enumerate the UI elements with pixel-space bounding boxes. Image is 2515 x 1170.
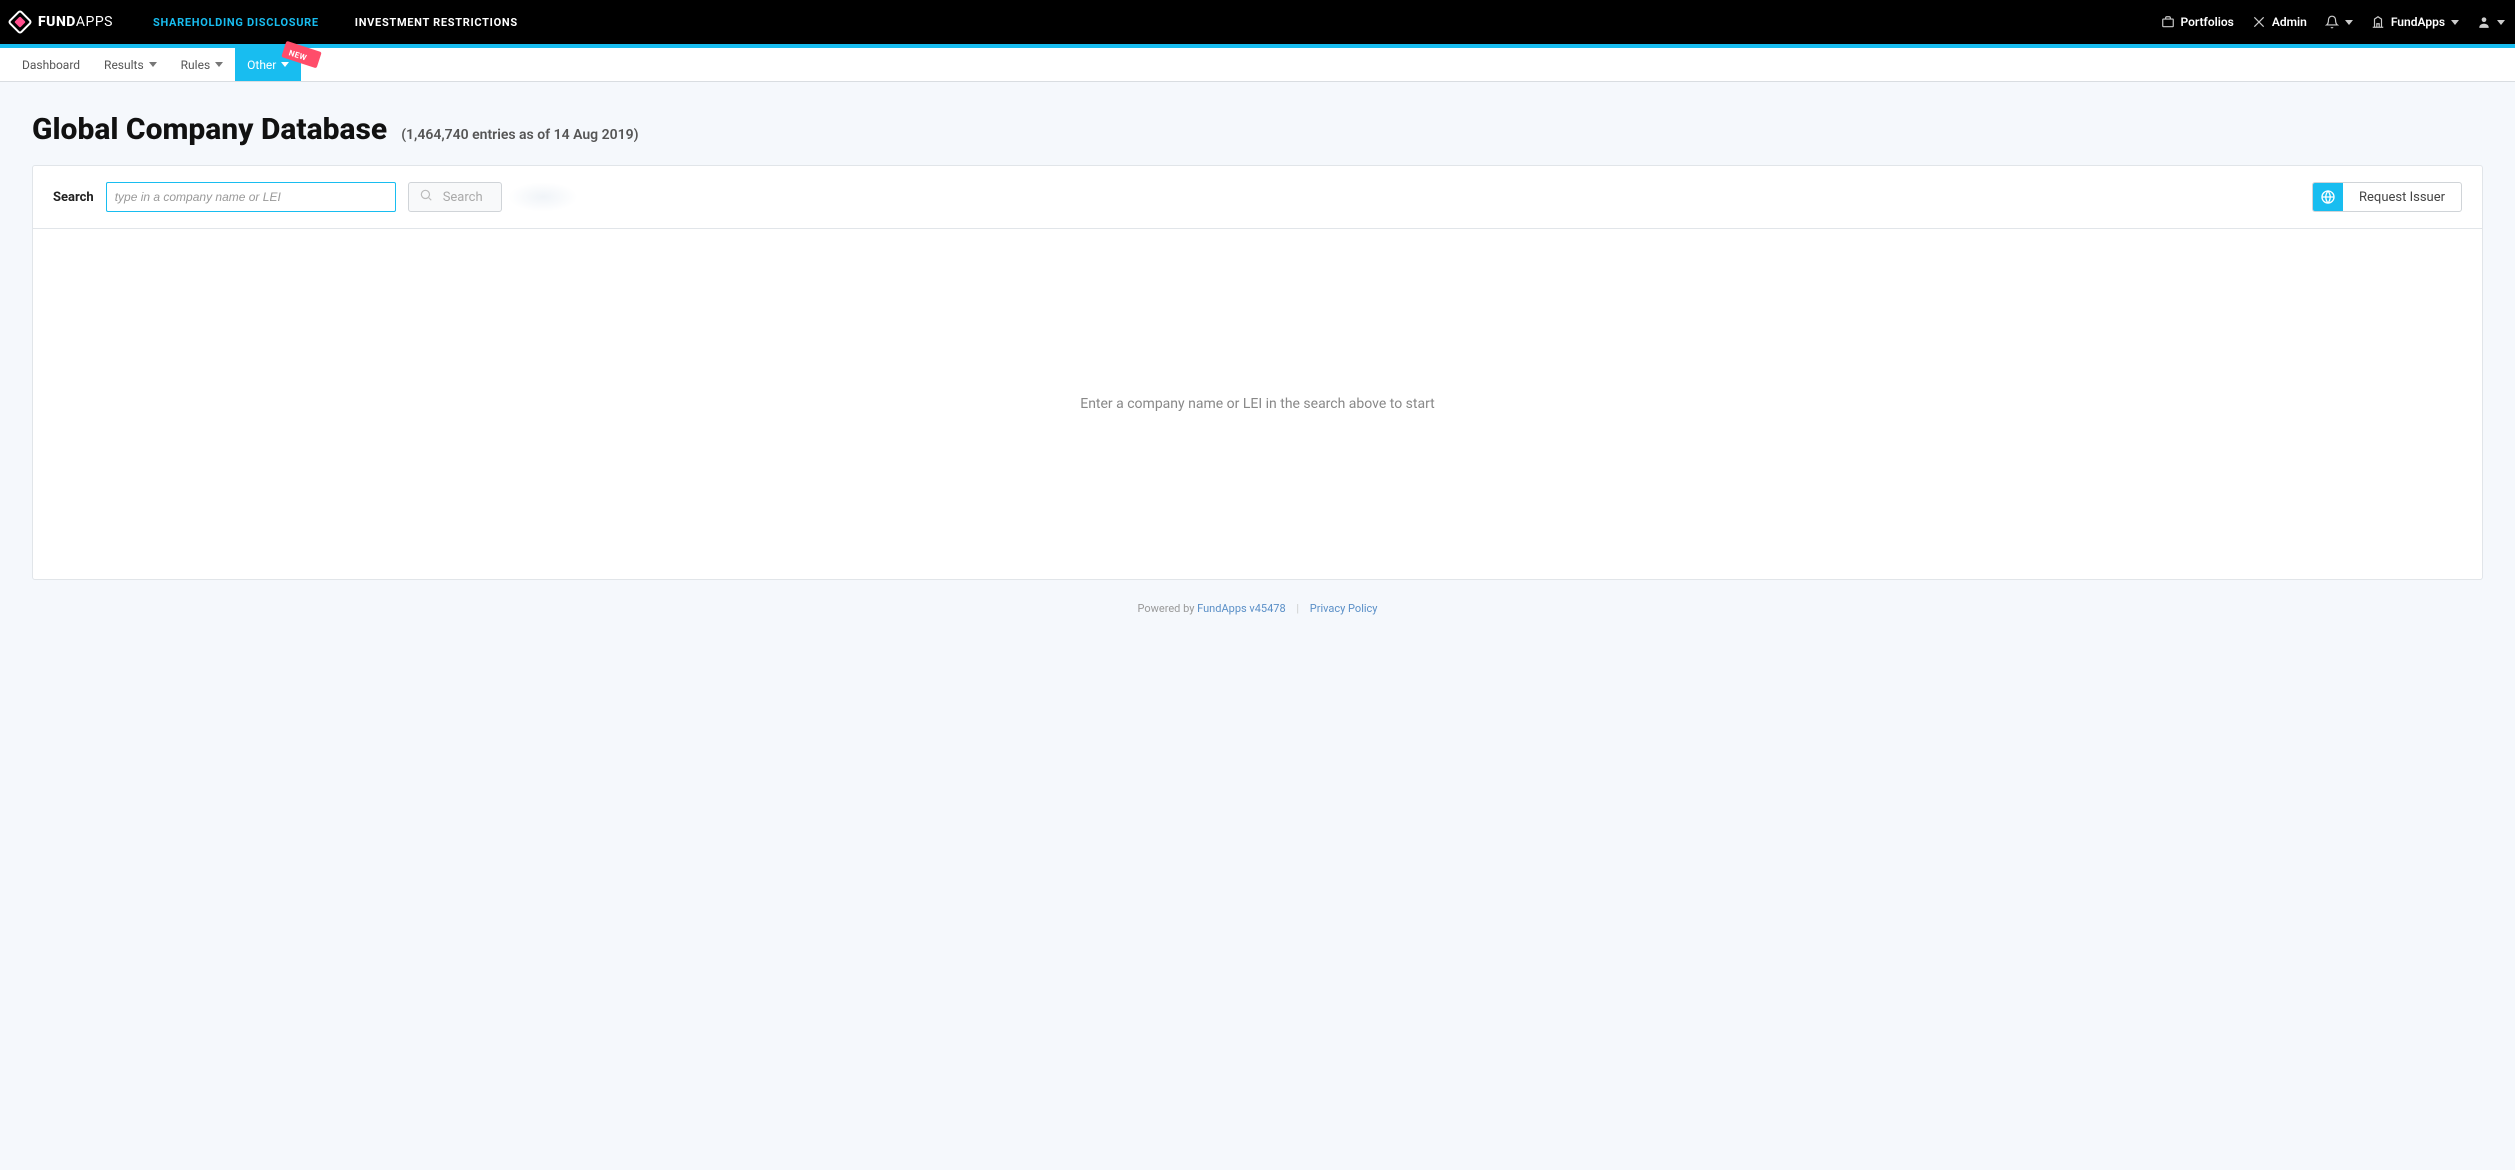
globe-icon [2313, 183, 2343, 211]
footer-version-link[interactable]: FundApps v45478 [1197, 602, 1285, 615]
admin-label: Admin [2272, 15, 2307, 29]
portfolios-link[interactable]: Portfolios [2161, 15, 2234, 29]
search-input[interactable] [106, 182, 396, 212]
briefcase-icon [2161, 15, 2175, 29]
footer-privacy-link[interactable]: Privacy Policy [1310, 602, 1378, 615]
nav-shareholding-disclosure[interactable]: SHAREHOLDING DISCLOSURE [153, 16, 319, 29]
search-icon [419, 188, 433, 206]
brand-logo[interactable]: FUNDAPPS [8, 10, 113, 34]
building-icon [2371, 15, 2385, 29]
notifications-menu[interactable] [2325, 15, 2353, 29]
subnav-other[interactable]: Other NEW [235, 48, 301, 81]
chevron-down-icon [281, 62, 289, 67]
search-button[interactable]: Search [408, 182, 502, 212]
request-issuer-button[interactable]: Request Issuer [2312, 182, 2462, 212]
topbar: FUNDAPPS SHAREHOLDING DISCLOSURE INVESTM… [0, 0, 2515, 44]
search-row: Search Search Request Issuer [33, 166, 2482, 229]
chevron-down-icon [2451, 20, 2459, 25]
topbar-right: Portfolios Admin FundA [2161, 15, 2506, 29]
subnav-results[interactable]: Results [92, 48, 169, 81]
search-label: Search [53, 190, 94, 205]
search-button-label: Search [443, 190, 483, 205]
footer-separator: | [1296, 602, 1299, 615]
org-label: FundApps [2391, 15, 2445, 29]
request-issuer-label: Request Issuer [2343, 190, 2461, 205]
tools-icon [2252, 15, 2266, 29]
footer-powered-by: Powered by [1137, 602, 1197, 615]
chevron-down-icon [149, 62, 157, 67]
org-menu[interactable]: FundApps [2371, 15, 2459, 29]
subnav-rules[interactable]: Rules [169, 48, 235, 81]
empty-state-text: Enter a company name or LEI in the searc… [1080, 396, 1435, 412]
bell-icon [2325, 15, 2339, 29]
page-header: Global Company Database (1,464,740 entri… [32, 112, 2483, 147]
subnav-dashboard-label: Dashboard [22, 58, 80, 72]
portfolios-label: Portfolios [2181, 15, 2234, 29]
chevron-down-icon [215, 62, 223, 67]
page-subtitle: (1,464,740 entries as of 14 Aug 2019) [401, 127, 638, 143]
user-menu[interactable] [2477, 15, 2505, 29]
chevron-down-icon [2345, 20, 2353, 25]
footer: Powered by FundApps v45478 | Privacy Pol… [32, 580, 2483, 637]
subnav-other-label: Other [247, 58, 276, 72]
nav-investment-restrictions[interactable]: INVESTMENT RESTRICTIONS [355, 16, 518, 29]
empty-state: Enter a company name or LEI in the searc… [33, 229, 2482, 579]
logo-icon [8, 10, 32, 34]
decorative-glow [508, 182, 578, 212]
search-panel: Search Search Request Issuer [32, 165, 2483, 580]
admin-link[interactable]: Admin [2252, 15, 2307, 29]
main-content: Global Company Database (1,464,740 entri… [0, 82, 2515, 677]
subnav-results-label: Results [104, 58, 144, 72]
secondary-nav: Dashboard Results Rules Other NEW [0, 48, 2515, 82]
brand-name: FUNDAPPS [38, 14, 113, 30]
subnav-rules-label: Rules [181, 58, 210, 72]
subnav-dashboard[interactable]: Dashboard [10, 48, 92, 81]
chevron-down-icon [2497, 20, 2505, 25]
user-icon [2477, 15, 2491, 29]
primary-nav: SHAREHOLDING DISCLOSURE INVESTMENT RESTR… [153, 16, 518, 29]
page-title: Global Company Database [32, 112, 387, 147]
